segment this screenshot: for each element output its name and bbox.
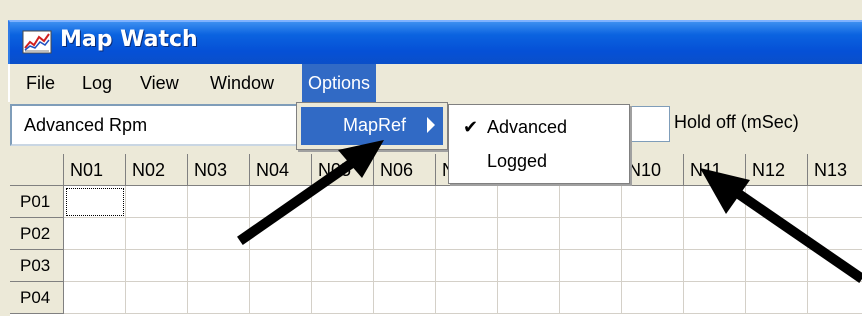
grid-cell[interactable]: [560, 186, 622, 218]
menu-file[interactable]: File: [20, 64, 61, 102]
grid-cell[interactable]: [374, 186, 436, 218]
grid-cell[interactable]: [188, 186, 250, 218]
grid-cell[interactable]: [808, 186, 862, 218]
grid-cell[interactable]: [126, 186, 188, 218]
grid-cell[interactable]: [560, 218, 622, 250]
grid-cell[interactable]: [622, 282, 684, 314]
row-header-p02[interactable]: P02: [10, 218, 64, 250]
grid-cell[interactable]: [622, 218, 684, 250]
grid-cell[interactable]: [312, 250, 374, 282]
row-header-p01[interactable]: P01: [10, 186, 64, 218]
submenu-arrow-icon: [427, 117, 435, 133]
hold-off-input[interactable]: [628, 106, 670, 142]
column-header-n12[interactable]: N12: [746, 154, 808, 186]
window-title: Map Watch: [60, 27, 198, 52]
grid-cell[interactable]: [746, 218, 808, 250]
menu-log[interactable]: Log: [76, 64, 118, 102]
mapref-submenu: ✔ Advanced Logged: [448, 104, 630, 184]
column-header-n05[interactable]: N05: [312, 154, 374, 186]
row-header-p03[interactable]: P03: [10, 250, 64, 282]
grid-cell[interactable]: [684, 186, 746, 218]
menu-item-logged[interactable]: Logged: [457, 145, 623, 177]
grid-cell[interactable]: [126, 218, 188, 250]
column-header-n06[interactable]: N06: [374, 154, 436, 186]
grid-cell[interactable]: [250, 250, 312, 282]
grid-cell[interactable]: [250, 282, 312, 314]
grid-cell[interactable]: [622, 186, 684, 218]
map-select-combo[interactable]: Advanced Rpm: [10, 104, 300, 146]
combo-value: Advanced Rpm: [24, 115, 148, 135]
grid-cell[interactable]: [250, 186, 312, 218]
map-chart-icon: [22, 30, 52, 54]
grid-cell[interactable]: [188, 250, 250, 282]
hold-off-label: Hold off (mSec): [674, 112, 799, 132]
grid-cell[interactable]: [312, 186, 374, 218]
grid-cell[interactable]: [498, 218, 560, 250]
grid-cell[interactable]: [436, 218, 498, 250]
menu-options[interactable]: Options: [302, 64, 377, 102]
grid-cell[interactable]: [374, 218, 436, 250]
column-header-n01[interactable]: N01: [64, 154, 126, 186]
menu-view[interactable]: View: [134, 64, 185, 102]
title-bar[interactable]: Map Watch: [8, 20, 862, 64]
grid-cell[interactable]: [498, 250, 560, 282]
column-header-n11[interactable]: N11: [684, 154, 746, 186]
grid-cell[interactable]: [684, 218, 746, 250]
grid-cell[interactable]: [250, 218, 312, 250]
grid-cell[interactable]: [622, 250, 684, 282]
grid-cell[interactable]: [436, 186, 498, 218]
grid-cell[interactable]: [374, 282, 436, 314]
app-window: Map Watch File Log View Window Options A…: [0, 0, 862, 316]
menu-item-mapref-label: MapRef: [343, 115, 407, 135]
grid-cell[interactable]: [64, 186, 126, 218]
grid-cell[interactable]: [746, 282, 808, 314]
grid-corner: [10, 154, 64, 186]
grid-cell[interactable]: [64, 218, 126, 250]
grid-cell[interactable]: [684, 282, 746, 314]
grid-cell[interactable]: [64, 250, 126, 282]
menu-item-mapref[interactable]: MapRef: [301, 107, 443, 145]
grid-cell[interactable]: [126, 282, 188, 314]
grid-cell[interactable]: [64, 282, 126, 314]
grid-cell[interactable]: [684, 250, 746, 282]
menu-item-advanced-label: Advanced: [487, 117, 568, 137]
grid-cell[interactable]: [312, 282, 374, 314]
grid-cell[interactable]: [312, 218, 374, 250]
grid-cell[interactable]: [808, 282, 862, 314]
menu-window[interactable]: Window: [204, 64, 280, 102]
grid-cell[interactable]: [560, 282, 622, 314]
grid-cell[interactable]: [126, 250, 188, 282]
grid-cell[interactable]: [808, 218, 862, 250]
row-header-p04[interactable]: P04: [10, 282, 64, 314]
grid-cell[interactable]: [436, 282, 498, 314]
map-grid: N01N02N03N04N05N06N07N08N09N10N11N12N13 …: [10, 154, 862, 316]
menu-bar: File Log View Window Options: [8, 64, 862, 102]
options-menu: MapRef: [296, 102, 448, 150]
menu-item-advanced[interactable]: ✔ Advanced: [457, 111, 623, 143]
column-header-n13[interactable]: N13: [808, 154, 862, 186]
grid-cell[interactable]: [808, 250, 862, 282]
column-header-n02[interactable]: N02: [126, 154, 188, 186]
grid-cell[interactable]: [374, 250, 436, 282]
column-header-n10[interactable]: N10: [622, 154, 684, 186]
grid-cell[interactable]: [746, 250, 808, 282]
checkmark-icon: ✔: [463, 117, 479, 137]
grid-cell[interactable]: [188, 218, 250, 250]
grid-cell[interactable]: [188, 282, 250, 314]
grid-cell[interactable]: [746, 186, 808, 218]
grid-cell[interactable]: [560, 250, 622, 282]
grid-cell[interactable]: [436, 250, 498, 282]
column-header-n04[interactable]: N04: [250, 154, 312, 186]
column-header-n03[interactable]: N03: [188, 154, 250, 186]
grid-cell[interactable]: [498, 186, 560, 218]
grid-cell[interactable]: [498, 282, 560, 314]
menu-item-logged-label: Logged: [487, 151, 548, 171]
